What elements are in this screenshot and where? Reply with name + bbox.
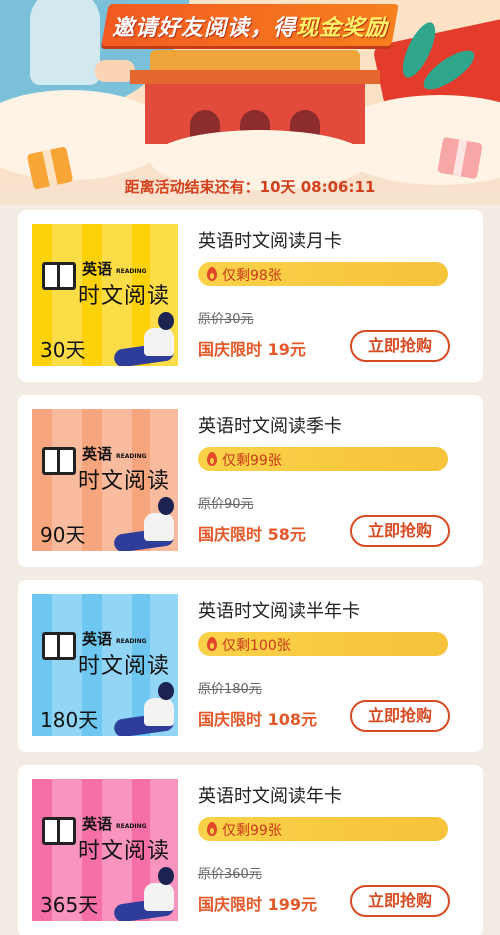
stock-remaining: 仅剩98张 [222, 268, 282, 284]
buy-now-button[interactable]: 立即抢购 [350, 885, 450, 917]
thumb-brand-small: 英语 [82, 630, 113, 648]
reader-figure-illustration [144, 513, 174, 541]
banner-title: 邀请好友阅读，得现金奖励 [111, 16, 389, 41]
stock-remaining: 仅剩100张 [222, 638, 291, 654]
sale-price: 国庆限时 108元 [198, 710, 317, 729]
open-book-icon [42, 262, 76, 290]
product-thumbnail[interactable]: 英语 READING 时文阅读 365天 [32, 779, 178, 921]
product-name[interactable]: 英语时文阅读月卡 [198, 227, 342, 253]
reader-figure-illustration [158, 497, 174, 515]
thumb-brand-small: 英语 [82, 260, 113, 278]
reader-figure-illustration [144, 328, 174, 356]
stock-badge: 仅剩98张 [198, 262, 448, 286]
thumb-brand-small: 英语 [82, 445, 113, 463]
fire-icon [207, 637, 217, 651]
gift-box-icon [437, 136, 483, 180]
original-price: 原价360元 [198, 867, 262, 882]
stock-badge: 仅剩100张 [198, 632, 448, 656]
product-card: 英语 READING 时文阅读 180天 英语时文阅读半年卡 仅剩100张 原价… [18, 580, 483, 752]
thumb-brand-title: 时文阅读 [78, 284, 171, 309]
thumb-brand-title: 时文阅读 [78, 654, 171, 679]
banner-person-illustration [30, 0, 100, 85]
product-name[interactable]: 英语时文阅读季卡 [198, 412, 342, 438]
open-book-icon [42, 447, 76, 475]
thumb-duration: 365天 [40, 893, 99, 917]
sale-price: 国庆限时 58元 [198, 525, 306, 544]
stock-badge: 仅剩99张 [198, 817, 448, 841]
thumb-duration: 30天 [40, 338, 86, 362]
thumb-brand-reading: READING [116, 268, 147, 275]
buy-now-button[interactable]: 立即抢购 [350, 700, 450, 732]
reader-figure-illustration [158, 312, 174, 330]
gate-eave-illustration [130, 70, 380, 84]
fire-icon [207, 822, 217, 836]
reader-figure-illustration [144, 698, 174, 726]
open-book-icon [42, 817, 76, 845]
product-card: 英语 READING 时文阅读 365天 英语时文阅读年卡 仅剩99张 原价36… [18, 765, 483, 935]
open-book-icon [42, 632, 76, 660]
fire-icon [207, 452, 217, 466]
thumb-brand-small: 英语 [82, 815, 113, 833]
promo-banner: 邀请好友阅读，得现金奖励 距离活动结束还有：10天 08:06:11 [0, 0, 500, 205]
product-card: 英语 READING 时文阅读 90天 英语时文阅读季卡 仅剩99张 原价90元… [18, 395, 483, 567]
stock-remaining: 仅剩99张 [222, 453, 282, 469]
product-thumbnail[interactable]: 英语 READING 时文阅读 30天 [32, 224, 178, 366]
countdown-timer: 距离活动结束还有：10天 08:06:11 [124, 178, 376, 196]
product-name[interactable]: 英语时文阅读年卡 [198, 782, 342, 808]
thumb-brand-reading: READING [116, 638, 147, 645]
buy-now-button[interactable]: 立即抢购 [350, 330, 450, 362]
buy-now-button[interactable]: 立即抢购 [350, 515, 450, 547]
thumb-duration: 90天 [40, 523, 86, 547]
product-thumbnail[interactable]: 英语 READING 时文阅读 90天 [32, 409, 178, 551]
original-price: 原价90元 [198, 497, 254, 512]
product-name[interactable]: 英语时文阅读半年卡 [198, 597, 360, 623]
sale-price: 国庆限时 19元 [198, 340, 306, 359]
reader-figure-illustration [158, 682, 174, 700]
original-price: 原价180元 [198, 682, 262, 697]
thumb-brand-title: 时文阅读 [78, 469, 171, 494]
reader-figure-illustration [144, 883, 174, 911]
banner-hand-illustration [95, 60, 135, 82]
thumb-duration: 180天 [40, 708, 99, 732]
reader-figure-illustration [158, 867, 174, 885]
thumb-brand-reading: READING [116, 823, 147, 830]
thumb-brand-title: 时文阅读 [78, 839, 171, 864]
product-card: 英语 READING 时文阅读 30天 英语时文阅读月卡 仅剩98张 原价30元… [18, 210, 483, 382]
thumb-brand-reading: READING [116, 453, 147, 460]
stock-remaining: 仅剩99张 [222, 823, 282, 839]
original-price: 原价30元 [198, 312, 254, 327]
stock-badge: 仅剩99张 [198, 447, 448, 471]
sale-price: 国庆限时 199元 [198, 895, 317, 914]
product-thumbnail[interactable]: 英语 READING 时文阅读 180天 [32, 594, 178, 736]
fire-icon [207, 267, 217, 281]
